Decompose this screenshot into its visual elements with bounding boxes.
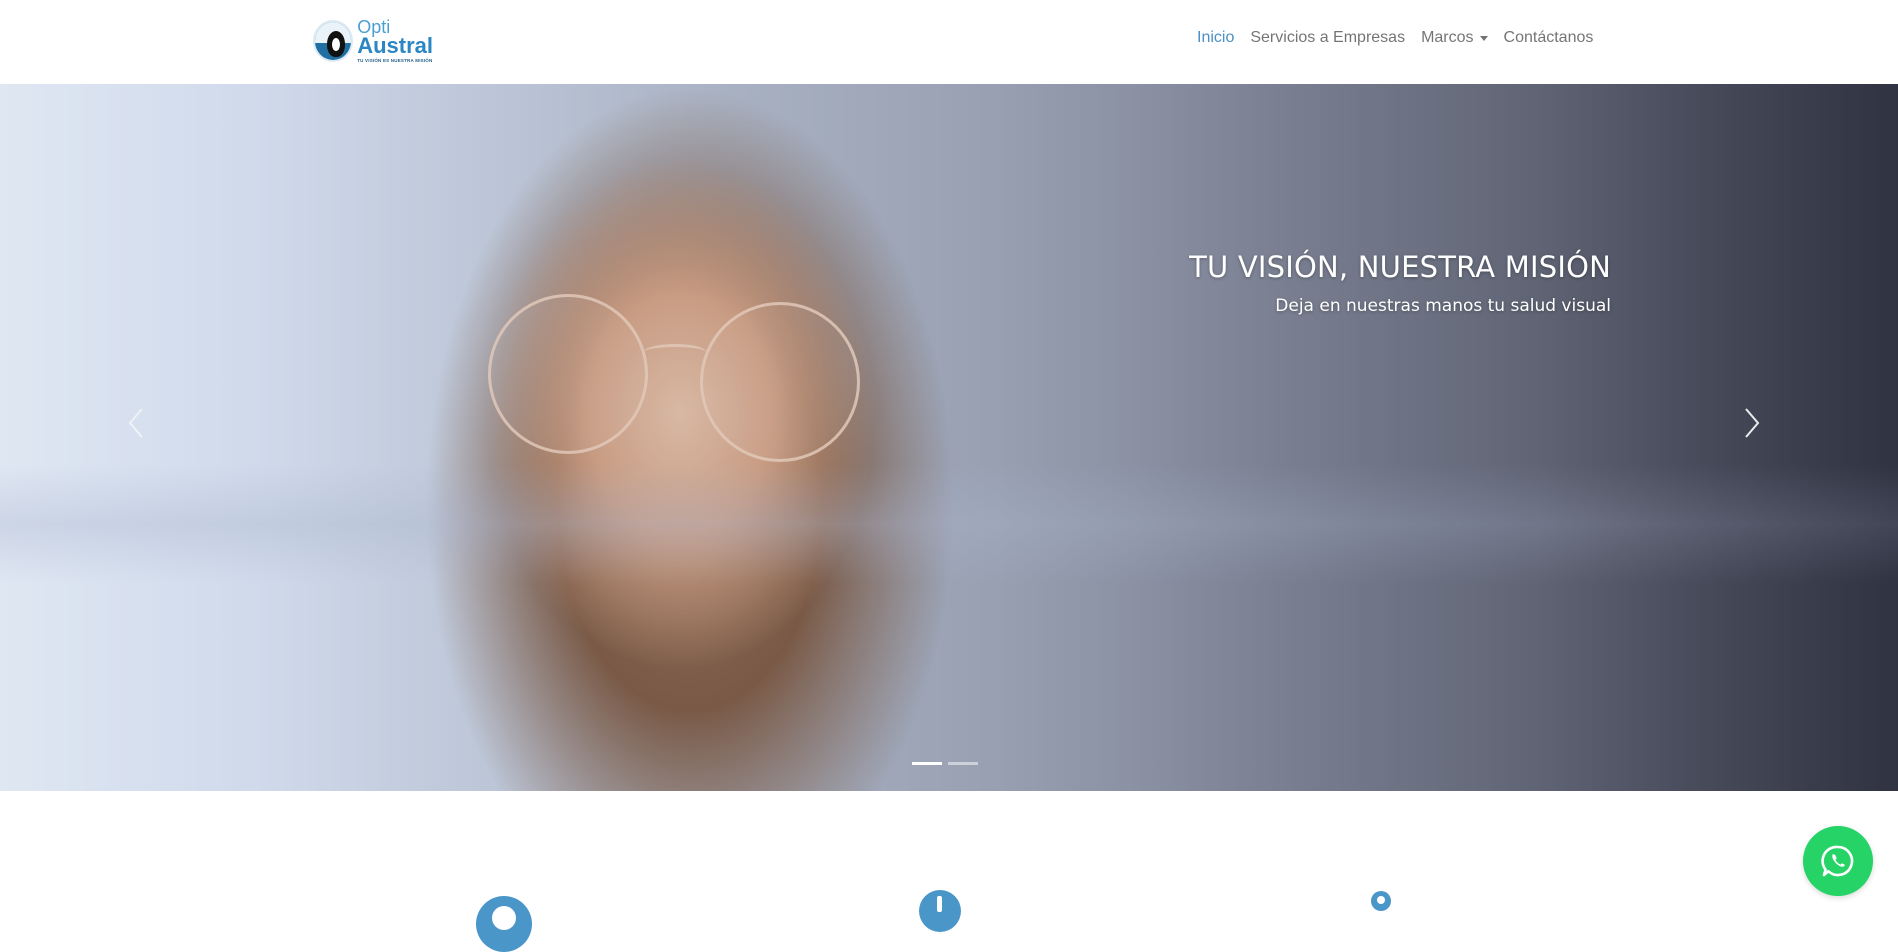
nav-item-inicio[interactable]: Inicio bbox=[1189, 29, 1242, 47]
carousel-prev-button[interactable] bbox=[122, 403, 152, 443]
hero-photo-glasses bbox=[468, 294, 888, 474]
whatsapp-button[interactable] bbox=[1803, 826, 1873, 896]
carousel-next-button[interactable] bbox=[1736, 403, 1766, 443]
caret-down-icon bbox=[1479, 35, 1488, 41]
hero-caption: TU VISIÓN, NUESTRA MISIÓN Deja en nuestr… bbox=[1189, 250, 1611, 316]
nav-item-marcos-dropdown[interactable]: Marcos bbox=[1413, 29, 1495, 47]
location-pin-icon bbox=[1371, 891, 1391, 911]
brand-tagline: TU VISIÓN ES NUESTRA MISIÓN bbox=[357, 58, 433, 64]
carousel-indicator-2[interactable] bbox=[948, 762, 978, 765]
brand-name-line2: Austral bbox=[357, 33, 433, 59]
chevron-right-icon bbox=[1745, 408, 1760, 438]
clock-icon bbox=[919, 890, 961, 932]
nav-item-marcos-label: Marcos bbox=[1421, 29, 1474, 46]
hero-title: TU VISIÓN, NUESTRA MISIÓN bbox=[1189, 250, 1611, 284]
features-section bbox=[0, 791, 1898, 952]
penguin-logo-icon bbox=[313, 20, 354, 62]
navbar: Opti Austral TU VISIÓN ES NUESTRA MISIÓN… bbox=[0, 0, 1898, 84]
carousel-indicators bbox=[912, 762, 978, 765]
whatsapp-icon bbox=[1821, 845, 1854, 877]
chevron-left-icon bbox=[128, 408, 143, 438]
brand-wordmark: Opti Austral TU VISIÓN ES NUESTRA MISIÓN bbox=[357, 18, 433, 64]
main-nav: Inicio Servicios a Empresas Marcos Contá… bbox=[1189, 29, 1601, 47]
carousel-indicator-1[interactable] bbox=[912, 762, 942, 765]
eye-icon bbox=[476, 896, 532, 952]
nav-item-servicios-empresas[interactable]: Servicios a Empresas bbox=[1242, 29, 1413, 47]
brand-logo[interactable]: Opti Austral TU VISIÓN ES NUESTRA MISIÓN bbox=[313, 18, 433, 64]
hero-carousel: TU VISIÓN, NUESTRA MISIÓN Deja en nuestr… bbox=[0, 84, 1898, 791]
hero-subtitle: Deja en nuestras manos tu salud visual bbox=[1275, 296, 1611, 316]
nav-item-contactanos[interactable]: Contáctanos bbox=[1496, 29, 1602, 47]
